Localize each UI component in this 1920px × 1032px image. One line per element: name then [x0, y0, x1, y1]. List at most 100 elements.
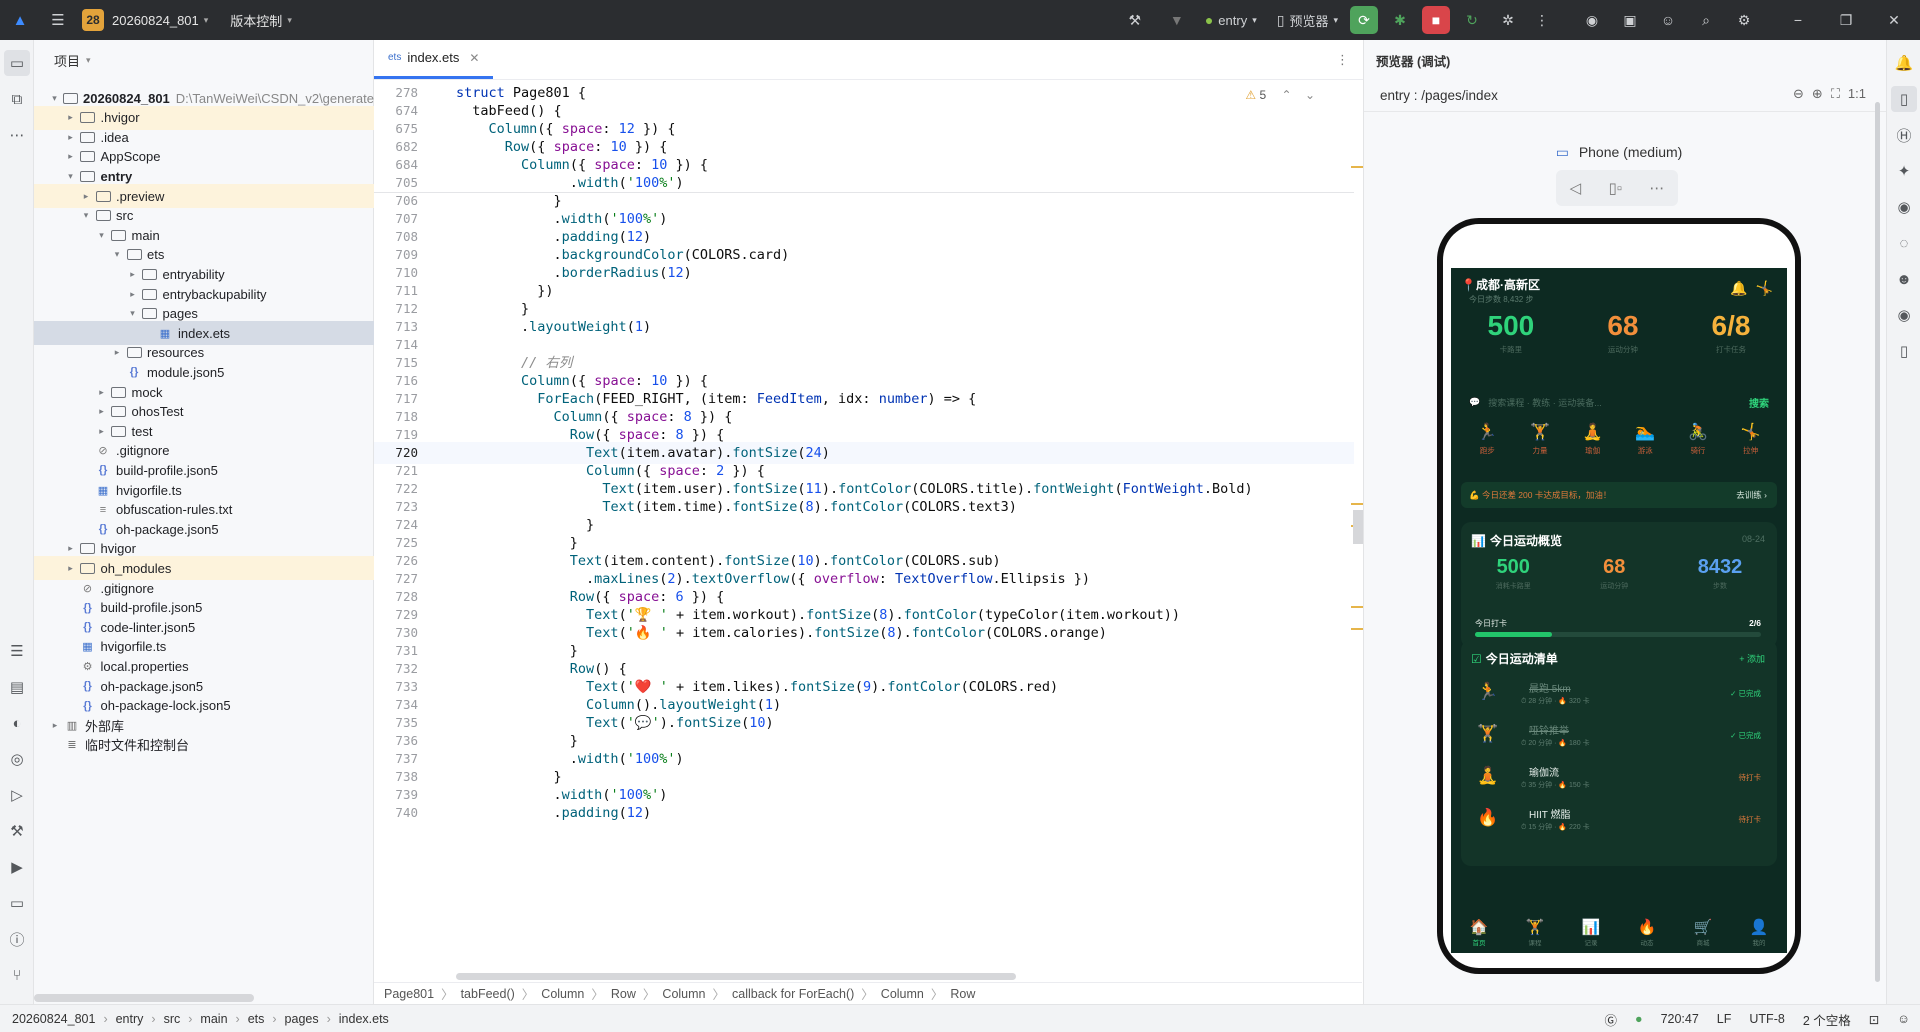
plugins-icon[interactable]: ✦ — [1891, 158, 1917, 184]
location-label[interactable]: 📍成都·高新区 — [1461, 276, 1540, 293]
editor-scroll-thumb[interactable] — [1353, 510, 1363, 544]
rotate-icon[interactable]: ▯▫ — [1608, 179, 1622, 197]
chevron-down-icon[interactable]: ▾ — [110, 249, 124, 260]
category-item[interactable]: 🏊 游泳 — [1635, 422, 1655, 456]
device-manager-icon[interactable]: ▯ — [1891, 338, 1917, 364]
status-path-item[interactable]: entry — [116, 1012, 144, 1026]
minimize-icon[interactable]: − — [1784, 6, 1812, 34]
status-path-item[interactable]: ets — [248, 1012, 265, 1026]
back-icon[interactable]: ◁ — [1570, 179, 1582, 197]
nav-item[interactable]: 🏠 首页 — [1470, 918, 1489, 947]
task-row[interactable]: 🏃 晨跑 5km ⏱ 28 分钟 · 🔥 320 卡 ✓ 已完成 — [1471, 676, 1767, 712]
chevron-right-icon[interactable]: ▸ — [64, 563, 78, 574]
project-switcher[interactable]: 28 20260824_801 ▾ — [82, 9, 208, 31]
chevron-down-icon[interactable]: ▾ — [95, 230, 109, 241]
chevron-right-icon[interactable]: ▸ — [48, 720, 62, 731]
run-button[interactable]: ⟳ — [1350, 6, 1378, 34]
zoom-out-icon[interactable]: ⊖ — [1793, 86, 1804, 102]
code-area[interactable]: 278 struct Page801 {674 tabFeed() {675 Co… — [374, 82, 1354, 962]
tab-index-ets[interactable]: ets index.ets ✕ — [374, 39, 494, 79]
codelinter-icon[interactable]: ◉ — [1578, 6, 1606, 34]
project-structure-icon[interactable]: ▣ — [1616, 6, 1644, 34]
status-path-item[interactable]: pages — [285, 1012, 319, 1026]
breadcrumb-item[interactable]: Page801 — [384, 987, 434, 1001]
search-bar[interactable]: 💬 搜索课程 · 教练 · 运动装备... 搜索 — [1469, 390, 1769, 414]
fit-screen-icon[interactable]: ⛶ — [1831, 86, 1840, 102]
problems-icon[interactable]: ⓘ — [4, 926, 30, 952]
status-path-item[interactable]: src — [164, 1012, 181, 1026]
todo-icon[interactable]: ☰ — [4, 638, 30, 664]
git-icon[interactable]: ⑂ — [4, 962, 30, 988]
category-item[interactable]: 🏃 跑步 — [1477, 422, 1497, 456]
device-select[interactable]: ▯ 预览器 ▾ — [1271, 6, 1344, 34]
actual-size-icon[interactable]: 1:1 — [1848, 86, 1866, 102]
breadcrumb-item[interactable]: callback for ForEach() — [732, 987, 854, 1001]
log-icon[interactable]: ▤ — [4, 674, 30, 700]
robot-icon[interactable]: ☻ — [1891, 266, 1917, 292]
profiler-icon[interactable]: ◐ — [4, 710, 30, 736]
warning-stripe[interactable] — [1351, 166, 1363, 168]
chevron-right-icon[interactable]: ▸ — [110, 347, 124, 358]
notifications-icon[interactable]: 🔔 — [1891, 50, 1917, 76]
chevron-right-icon[interactable]: ▸ — [95, 406, 109, 417]
task-status[interactable]: ✓ 已完成 — [1730, 730, 1761, 741]
harmony-icon[interactable]: Ⓗ — [1891, 122, 1917, 148]
nav-item[interactable]: 👤 我的 — [1750, 918, 1769, 947]
warning-stripe[interactable] — [1351, 503, 1363, 505]
breadcrumb-item[interactable]: Column — [541, 987, 584, 1001]
task-status[interactable]: 待打卡 — [1739, 814, 1762, 825]
chevron-right-icon[interactable]: ▸ — [126, 289, 140, 300]
apply-changes-icon[interactable]: ↻ — [1458, 6, 1486, 34]
structure-icon[interactable]: ⧉ — [4, 86, 30, 112]
restore-icon[interactable]: ❐ — [1832, 6, 1860, 34]
search-icon[interactable]: ⌕ — [1692, 6, 1720, 34]
category-item[interactable]: 🏋 力量 — [1530, 422, 1550, 456]
task-status[interactable]: ✓ 已完成 — [1730, 688, 1761, 699]
banner-link[interactable]: 去训练 › — [1736, 489, 1767, 501]
chevron-right-icon[interactable]: ▸ — [95, 387, 109, 398]
close-tab-icon[interactable]: ✕ — [469, 51, 479, 65]
goal-banner[interactable]: 💪 今日还差 200 卡达成目标，加油！ 去训练 › — [1461, 482, 1777, 508]
smile-icon[interactable]: ☺ — [1897, 1012, 1910, 1026]
vcs-menu[interactable]: 版本控制 ▾ — [222, 11, 292, 30]
chevron-down-icon[interactable]: ▾ — [79, 210, 93, 221]
more-icon[interactable]: ⋯ — [1649, 179, 1664, 197]
tree-horizontal-scrollbar[interactable] — [34, 994, 254, 1002]
status-path-item[interactable]: main — [200, 1012, 227, 1026]
zoom-in-icon[interactable]: ⊕ — [1812, 86, 1823, 102]
warning-stripe[interactable] — [1351, 628, 1363, 630]
runner-icon[interactable]: 🤸 — [1756, 280, 1773, 297]
cursor-position[interactable]: 720:47 — [1661, 1012, 1699, 1026]
previewer-scrollbar[interactable] — [1875, 102, 1880, 982]
breadcrumb-item[interactable]: tabFeed() — [461, 987, 515, 1001]
task-status[interactable]: 待打卡 — [1739, 772, 1762, 783]
task-row[interactable]: 🔥 HIIT 燃脂 ⏱ 15 分钟 · 🔥 220 卡 待打卡 — [1471, 802, 1767, 838]
chevron-right-icon[interactable]: ▸ — [95, 426, 109, 437]
warning-stripe[interactable] — [1351, 606, 1363, 608]
chevron-down-icon[interactable]: ▾ — [64, 171, 78, 182]
lock-icon[interactable]: ⊡ — [1869, 1012, 1879, 1027]
breadcrumb-item[interactable]: Column — [662, 987, 705, 1001]
eye-icon[interactable]: ◉ — [1891, 302, 1917, 328]
nav-item[interactable]: 🏋 课程 — [1526, 918, 1545, 947]
run-icon[interactable]: ▷ — [4, 782, 30, 808]
chevron-right-icon[interactable]: ▸ — [64, 543, 78, 554]
code-line[interactable]: 740 .padding(12) — [374, 802, 1354, 824]
run-config-select[interactable]: ● entry ▾ — [1199, 6, 1263, 34]
profiler-icon[interactable]: ✲ — [1494, 6, 1522, 34]
task-row[interactable]: 🧘 瑜伽流 ⏱ 35 分钟 · 🔥 150 卡 待打卡 — [1471, 760, 1767, 796]
status-path-item[interactable]: 20260824_801 — [12, 1012, 95, 1026]
nav-item[interactable]: 📊 记录 — [1582, 918, 1601, 947]
chevron-right-icon[interactable]: ▸ — [64, 151, 78, 162]
breadcrumb-item[interactable]: Row — [611, 987, 636, 1001]
editor-horizontal-scrollbar[interactable] — [456, 973, 1016, 980]
breadcrumb-item[interactable]: Row — [950, 987, 975, 1001]
account-icon[interactable]: ☺ — [1654, 6, 1682, 34]
terminal-icon[interactable]: ▭ — [4, 890, 30, 916]
task-row[interactable]: 🏋 哑铃推举 ⏱ 20 分钟 · 🔥 180 卡 ✓ 已完成 — [1471, 718, 1767, 754]
previewer-icon[interactable]: ▯ — [1891, 86, 1917, 112]
hammer-icon[interactable]: ⚒ — [1121, 6, 1149, 34]
chevron-right-icon[interactable]: ▸ — [64, 112, 78, 123]
bell-icon[interactable]: 🔔 — [1730, 280, 1747, 297]
nav-item[interactable]: 🛒 商城 — [1694, 918, 1713, 947]
